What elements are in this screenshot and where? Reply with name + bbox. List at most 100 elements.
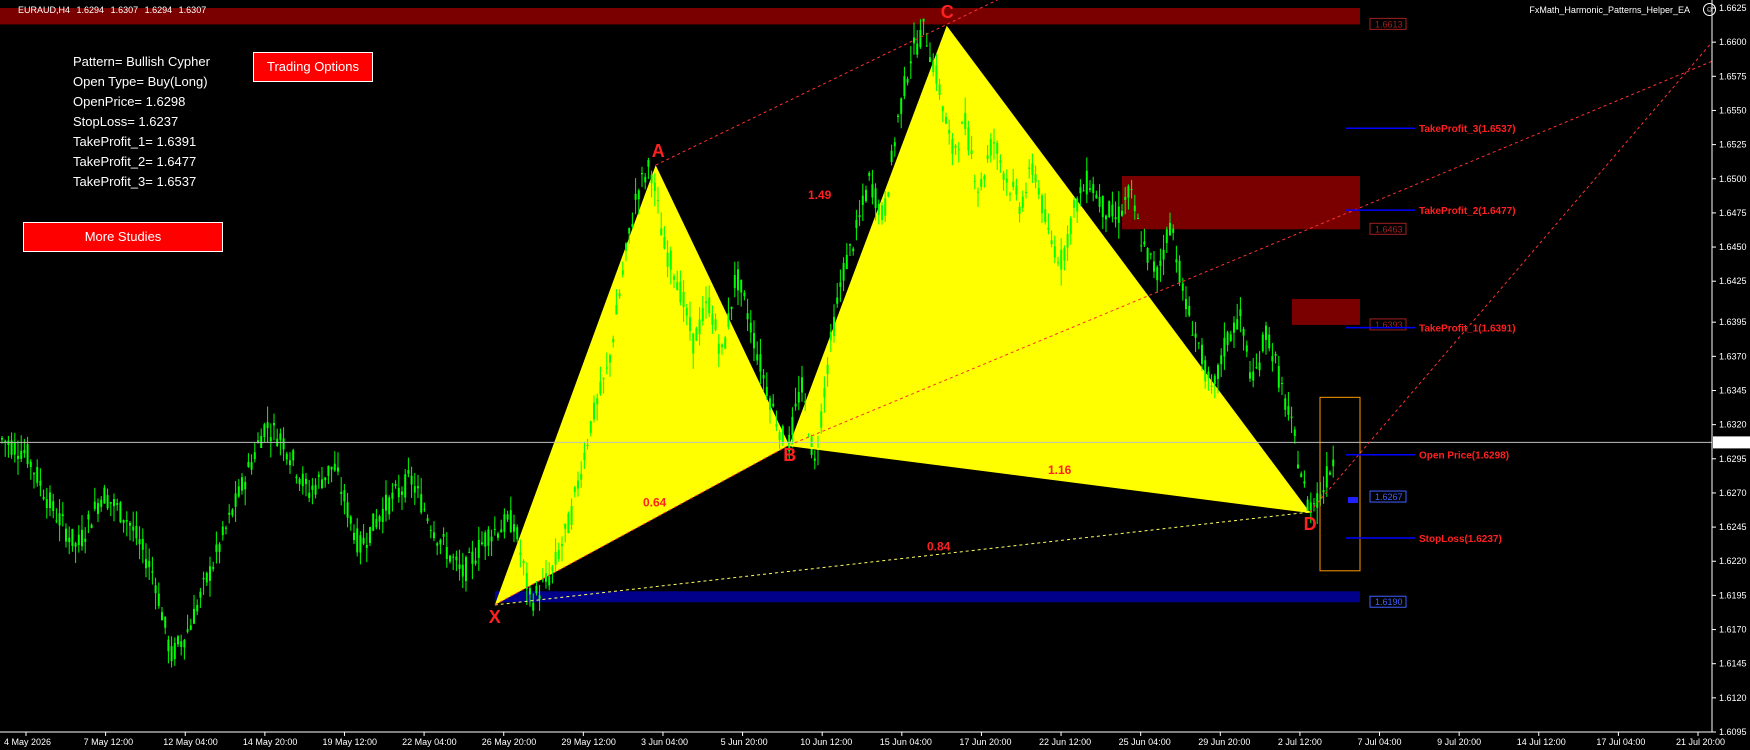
candle-body: [1076, 198, 1079, 212]
candle-body: [1009, 193, 1011, 195]
candle-body: [557, 550, 560, 560]
candle-body: [954, 145, 957, 148]
candle-body: [167, 639, 170, 652]
candle-body: [1242, 328, 1245, 336]
candle-body: [932, 61, 935, 72]
time-tick-label: 14 May 20:00: [243, 737, 298, 747]
candle-body: [39, 480, 42, 486]
candle-body: [327, 465, 330, 476]
candle-body: [1085, 170, 1088, 195]
candle-body: [1169, 222, 1171, 236]
time-tick-label: 22 May 04:00: [402, 737, 457, 747]
candle-body: [596, 398, 599, 405]
candle-body: [1284, 398, 1287, 410]
trading-options-button[interactable]: Trading Options: [253, 52, 373, 82]
price-chart[interactable]: 1.6613 1.6463 1.6393 1.6190 1.6307 1.6267 Ta…: [0, 0, 1750, 750]
candle-body: [1002, 173, 1005, 180]
candle-body: [413, 486, 416, 493]
symbol-ohlc: EURAUD,H4 1.6294 1.6307 1.6294 1.6307: [18, 5, 210, 15]
candle-body: [737, 269, 739, 291]
candle-body: [301, 473, 304, 487]
candle-body: [637, 190, 640, 200]
candle-body: [13, 441, 16, 455]
candle-body: [1194, 333, 1197, 338]
candle-body: [1, 437, 3, 440]
candle-body: [84, 538, 87, 542]
candle-body: [941, 106, 944, 112]
candle-body: [813, 458, 816, 461]
candle-body: [193, 608, 195, 624]
candle-body: [97, 503, 99, 515]
candle-body: [353, 532, 355, 541]
candle-body: [433, 532, 435, 539]
candle-body: [61, 514, 64, 516]
candle-body: [602, 378, 605, 380]
pattern-info-panel: Pattern= Bullish Cypher Open Type= Buy(L…: [73, 52, 210, 192]
zone-label-top: 1.6613: [1375, 19, 1403, 29]
candle-body: [225, 527, 227, 529]
candle-body: [1274, 353, 1277, 356]
candle-body: [154, 585, 157, 594]
candle-body: [628, 227, 631, 234]
candle-body: [68, 537, 71, 543]
candle-body: [852, 248, 855, 252]
candle-body: [1057, 262, 1059, 264]
candle-body: [1258, 362, 1261, 371]
candle-body: [618, 293, 621, 297]
candle-body: [999, 160, 1002, 163]
smiley-icon[interactable]: ☺: [1703, 3, 1716, 16]
candle-body: [967, 127, 970, 151]
candle-body: [1146, 247, 1149, 263]
candle-body: [826, 364, 829, 375]
candle-body: [1172, 228, 1175, 233]
candle-body: [647, 160, 650, 167]
candle-body: [490, 536, 493, 542]
candle-body: [1124, 196, 1127, 200]
candle-body: [772, 403, 775, 407]
time-tick-label: 3 Jun 04:00: [641, 737, 688, 747]
symbol-label: EURAUD,H4: [18, 5, 71, 15]
candle-body: [1252, 371, 1255, 381]
candle-body: [893, 142, 896, 147]
candle-body: [631, 223, 634, 227]
candle-body: [657, 200, 659, 202]
time-tick-label: 4 May 2026: [4, 737, 51, 747]
candle-body: [346, 502, 349, 518]
price-tick-label: 1.6345: [1719, 385, 1747, 395]
zone-blue_zone: [494, 591, 1360, 603]
zone-mid: [1122, 176, 1360, 230]
candle-body: [577, 480, 579, 489]
candle-body: [983, 176, 986, 180]
candle-body: [769, 398, 771, 410]
candle-body: [903, 76, 906, 97]
candle-body: [49, 492, 51, 509]
candle-body: [833, 316, 835, 336]
candle-body: [289, 460, 291, 466]
candle-body: [842, 263, 845, 281]
candle-body: [439, 539, 442, 545]
candle-body: [1277, 366, 1280, 388]
candle-body: [292, 450, 295, 461]
candle-body: [429, 529, 432, 531]
candle-body: [877, 203, 880, 215]
candle-body: [145, 559, 147, 569]
price-tick-label: 1.6600: [1719, 37, 1747, 47]
candle-body: [247, 462, 250, 467]
candle-body: [1063, 247, 1066, 261]
candle-body: [1012, 181, 1015, 187]
candle-body: [829, 331, 832, 341]
ohlc-open: 1.6294: [76, 5, 105, 15]
time-tick-label: 19 May 12:00: [322, 737, 377, 747]
candle-body: [938, 84, 941, 95]
candle-body: [1025, 191, 1027, 194]
ohlc-close: 1.6307: [178, 5, 207, 15]
candle-body: [605, 367, 608, 369]
candle-body: [545, 573, 547, 582]
candle-body: [586, 445, 589, 447]
more-studies-button[interactable]: More Studies: [23, 222, 223, 252]
open-price: OpenPrice= 1.6298: [73, 94, 186, 109]
candle-body: [935, 65, 938, 84]
price-tick-label: 1.6525: [1719, 140, 1747, 150]
candle-body: [218, 544, 221, 552]
candle-body: [506, 514, 509, 520]
